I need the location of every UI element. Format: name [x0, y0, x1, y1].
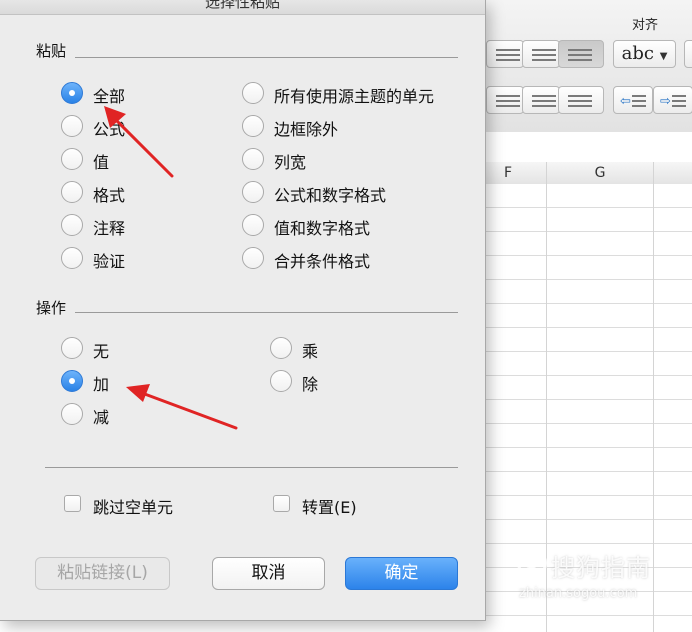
- option-label: 值: [93, 153, 110, 172]
- checkbox-label: 跳过空单元: [93, 498, 174, 517]
- radio-paste-comments[interactable]: [61, 214, 83, 236]
- lines-icon: [632, 95, 646, 107]
- option-label: 列宽: [274, 153, 307, 172]
- ok-button[interactable]: 确定: [345, 557, 458, 590]
- text-orientation-label: abc: [621, 43, 654, 64]
- lines-icon: [672, 95, 686, 107]
- watermark-url: zhinan.sogou.com: [519, 586, 638, 601]
- justify-icon: [568, 49, 592, 61]
- paste-link-button[interactable]: 粘贴链接(L): [35, 557, 170, 590]
- align-bottom-button[interactable]: [558, 86, 604, 114]
- text-orientation-button[interactable]: abc ▼: [613, 40, 676, 68]
- option-label: 注释: [93, 219, 126, 238]
- option-label: 公式: [93, 120, 126, 139]
- operation-section-divider: [75, 312, 458, 313]
- radio-paste-all[interactable]: [61, 82, 83, 104]
- sogou-logo-icon: S: [517, 548, 547, 578]
- chevron-down-icon: ▼: [659, 51, 668, 62]
- align-center-button-2[interactable]: [486, 86, 524, 114]
- dialog-title: 选择性粘贴: [0, 0, 485, 15]
- option-label: 格式: [93, 186, 126, 205]
- align-right-icon: [532, 49, 556, 61]
- option-label: 验证: [93, 252, 126, 271]
- wrap-text-button[interactable]: [684, 40, 692, 68]
- paste-special-dialog: 选择性粘贴 粘贴 全部 公式 值 格式 注释 验证 所有使用源主题的单元 边框除…: [0, 0, 486, 621]
- radio-paste-validation[interactable]: [61, 247, 83, 269]
- align-middle-icon: [532, 95, 556, 107]
- cancel-button[interactable]: 取消: [212, 557, 325, 590]
- watermark: S 搜狗指南 zhinan.sogou.com: [517, 546, 682, 608]
- option-label: 边框除外: [274, 120, 339, 139]
- option-label: 减: [93, 408, 110, 427]
- option-label: 除: [302, 375, 319, 394]
- operation-section-label: 操作: [36, 299, 67, 317]
- ribbon-group-label-alignment: 对齐: [632, 18, 659, 33]
- radio-paste-values[interactable]: [61, 148, 83, 170]
- align-center-icon: [496, 95, 520, 107]
- justify-button[interactable]: [558, 40, 604, 68]
- radio-operation-divide[interactable]: [270, 370, 292, 392]
- radio-operation-add[interactable]: [61, 370, 83, 392]
- option-label: 加: [93, 375, 110, 394]
- radio-operation-multiply[interactable]: [270, 337, 292, 359]
- paste-section-label: 粘贴: [36, 42, 67, 60]
- radio-paste-formulas-number-formats[interactable]: [242, 181, 264, 203]
- decrease-indent-icon: ⇦: [620, 94, 631, 109]
- decrease-indent-button[interactable]: ⇦: [613, 86, 653, 114]
- radio-paste-merge-conditional[interactable]: [242, 247, 264, 269]
- option-label: 无: [93, 342, 110, 361]
- align-center-icon: [496, 49, 520, 61]
- align-right-button[interactable]: [522, 40, 560, 68]
- radio-paste-formulas[interactable]: [61, 115, 83, 137]
- option-label: 值和数字格式: [274, 219, 371, 238]
- option-label: 乘: [302, 342, 319, 361]
- align-bottom-icon: [568, 95, 592, 107]
- align-center-button[interactable]: [486, 40, 524, 68]
- checkbox-label: 转置(E): [302, 498, 357, 517]
- option-label: 全部: [93, 87, 126, 106]
- option-label: 公式和数字格式: [274, 186, 387, 205]
- radio-operation-none[interactable]: [61, 337, 83, 359]
- checkbox-section-divider: [45, 467, 458, 468]
- radio-paste-values-number-formats[interactable]: [242, 214, 264, 236]
- checkbox-transpose[interactable]: [273, 495, 290, 512]
- option-label: 所有使用源主题的单元: [274, 87, 435, 106]
- radio-paste-formats[interactable]: [61, 181, 83, 203]
- increase-indent-icon: ⇨: [660, 94, 671, 109]
- option-label: 合并条件格式: [274, 252, 371, 271]
- column-header-g[interactable]: G: [547, 162, 653, 184]
- paste-section-divider: [75, 57, 458, 58]
- radio-paste-column-widths[interactable]: [242, 148, 264, 170]
- increase-indent-button[interactable]: ⇨: [653, 86, 692, 114]
- radio-operation-subtract[interactable]: [61, 403, 83, 425]
- watermark-text: 搜狗指南: [551, 554, 651, 582]
- radio-paste-except-borders[interactable]: [242, 115, 264, 137]
- align-middle-button[interactable]: [522, 86, 560, 114]
- radio-paste-source-theme[interactable]: [242, 82, 264, 104]
- checkbox-skip-blanks[interactable]: [64, 495, 81, 512]
